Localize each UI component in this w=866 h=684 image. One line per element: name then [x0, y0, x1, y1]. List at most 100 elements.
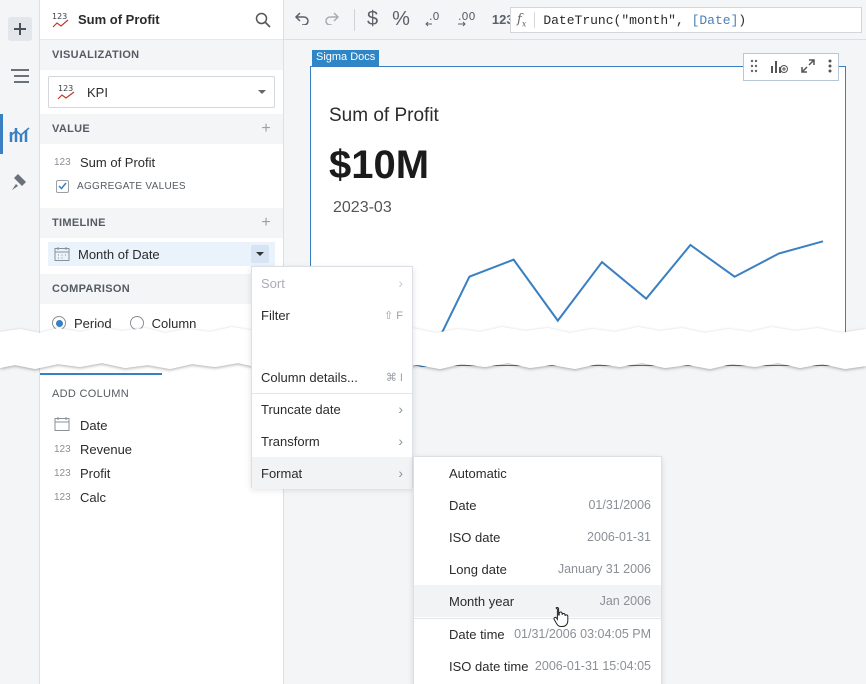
format-option-long-date[interactable]: Long date January 31 2006: [414, 553, 661, 585]
formula-argument: [Date]: [691, 12, 739, 28]
number-type-icon: 123: [54, 443, 71, 455]
torn-edge-divider: [0, 327, 866, 369]
more-options-icon[interactable]: [828, 59, 832, 76]
formula-bar[interactable]: fx DateTrunc("month", [Date]): [510, 7, 862, 33]
kpi-type-icon: 123: [52, 12, 69, 27]
menu-item-format[interactable]: Format ›: [252, 457, 412, 489]
shortcut-label: ⇧ F: [384, 309, 403, 322]
timeline-field[interactable]: Month of Date: [48, 242, 275, 266]
formatting-toolbar: $ % .0 .00 123 ▼ fx DateTrunc("month", […: [284, 0, 866, 40]
increase-decimals-icon[interactable]: .00: [456, 9, 478, 30]
checkbox-icon: [56, 179, 69, 193]
number-type-icon: 123: [54, 467, 71, 479]
column-item-revenue[interactable]: 123 Revenue: [54, 437, 132, 461]
add-timeline-icon[interactable]: +: [261, 214, 271, 232]
format-option-automatic[interactable]: Automatic: [414, 457, 661, 489]
page-outline-button[interactable]: [8, 64, 32, 88]
menu-item-label: Sort: [261, 275, 285, 291]
decrease-decimals-icon[interactable]: .0: [424, 9, 442, 30]
undo-icon[interactable]: [294, 11, 310, 28]
format-button[interactable]: [8, 170, 32, 194]
add-value-icon[interactable]: +: [261, 120, 271, 138]
menu-item-column-details[interactable]: Column details... ⌘ I: [252, 361, 412, 393]
format-option-example: 01/31/2006 03:04:05 PM: [514, 627, 651, 641]
format-option-date-time[interactable]: Date time 01/31/2006 03:04:05 PM: [414, 618, 661, 650]
section-label: COMPARISON: [52, 283, 130, 295]
column-item-calc[interactable]: 123 Calc: [54, 485, 132, 509]
visualization-select[interactable]: 123 KPI: [48, 76, 275, 108]
format-option-label: Date time: [449, 626, 505, 642]
format-option-example: 2006-01-31 15:04:05: [534, 659, 651, 673]
timeline-section-header: TIMELINE +: [40, 208, 283, 238]
chevron-down-icon: [256, 252, 264, 256]
paintbrush-icon: [12, 174, 26, 190]
kpi-value: $10M: [329, 143, 430, 187]
menu-item-sort[interactable]: Sort ›: [252, 267, 412, 299]
chart-icon: [9, 127, 30, 142]
format-option-label: Automatic: [449, 465, 507, 481]
column-name: Calc: [80, 489, 107, 505]
aggregate-values-checkbox[interactable]: AGGREGATE VALUES: [40, 174, 283, 198]
section-label: VALUE: [52, 123, 90, 135]
section-label: TIMELINE: [52, 217, 106, 229]
number-type-icon: 123: [54, 156, 71, 168]
card-toolbar: [743, 53, 839, 81]
drag-handle-icon[interactable]: [750, 59, 758, 76]
svg-text:.00: .00: [458, 10, 476, 23]
column-name: Profit: [80, 465, 111, 481]
format-option-iso-date[interactable]: ISO date 2006-01-31: [414, 521, 661, 553]
comparison-section-header: COMPARISON: [40, 274, 283, 304]
menu-item-label: Transform: [261, 433, 320, 449]
redo-icon[interactable]: [324, 11, 340, 28]
calendar-icon: [54, 416, 80, 435]
column-list: Date 123 Revenue 123 Profit 123 Calc: [54, 413, 132, 509]
menu-item-label: Truncate date: [261, 401, 341, 417]
plus-icon: [14, 23, 26, 35]
column-name: Revenue: [80, 441, 133, 457]
format-submenu: Automatic Date 01/31/2006 ISO date 2006-…: [413, 456, 662, 684]
visualization-select-value: KPI: [87, 84, 108, 100]
formula-close: ): [738, 12, 747, 28]
format-option-example: January 31 2006: [557, 562, 651, 576]
panel-title: Sum of Profit: [78, 12, 160, 27]
expand-icon[interactable]: [800, 58, 816, 77]
formula-function: DateTrunc("month",: [543, 12, 692, 28]
format-option-month-year[interactable]: Month year Jan 2006: [414, 585, 661, 617]
value-field[interactable]: 123 Sum of Profit: [40, 150, 283, 174]
fx-icon: fx: [517, 11, 536, 29]
search-icon[interactable]: [255, 12, 271, 28]
add-element-button[interactable]: [8, 17, 32, 41]
format-option-example: Jan 2006: [599, 594, 651, 608]
currency-format-icon[interactable]: $: [367, 8, 378, 31]
toolbar-separator: [354, 8, 355, 31]
menu-item-transform[interactable]: Transform ›: [252, 425, 412, 457]
kpi-period: 2023-03: [333, 199, 392, 216]
column-item-profit[interactable]: 123 Profit: [54, 461, 132, 485]
number-type-icon: 123: [54, 491, 71, 503]
menu-item-filter[interactable]: Filter ⇧ F: [252, 299, 412, 331]
format-option-label: Long date: [449, 561, 507, 577]
kpi-title: Sum of Profit: [329, 105, 439, 126]
hand-cursor-icon: [553, 606, 569, 627]
format-option-iso-date-time[interactable]: ISO date time 2006-01-31 15:04:05: [414, 650, 661, 682]
percent-format-icon[interactable]: %: [392, 8, 410, 31]
timeline-field-menu-button[interactable]: [251, 245, 269, 263]
column-item-date[interactable]: Date: [54, 413, 132, 437]
add-chart-icon[interactable]: [770, 58, 788, 77]
calendar-icon: [54, 247, 70, 261]
chevron-right-icon: ›: [398, 433, 403, 449]
visualization-section-header: VISUALIZATION: [40, 40, 283, 70]
column-name: Date: [80, 417, 108, 433]
timeline-field-label: Month of Date: [78, 246, 160, 262]
shortcut-label: ⌘ I: [385, 371, 403, 384]
aggregate-values-label: AGGREGATE VALUES: [77, 180, 186, 192]
field-context-menu: Sort › Filter ⇧ F Column details... ⌘ I …: [251, 266, 413, 489]
svg-text:.0: .0: [429, 10, 440, 23]
rail-active-indicator: [0, 114, 3, 154]
menu-item-truncate-date[interactable]: Truncate date ›: [252, 393, 412, 425]
panel-header: 123 Sum of Profit: [40, 0, 283, 40]
chevron-right-icon: ›: [398, 465, 403, 481]
format-option-label: ISO date: [449, 529, 501, 545]
element-properties-button[interactable]: [8, 122, 32, 146]
format-option-date[interactable]: Date 01/31/2006: [414, 489, 661, 521]
